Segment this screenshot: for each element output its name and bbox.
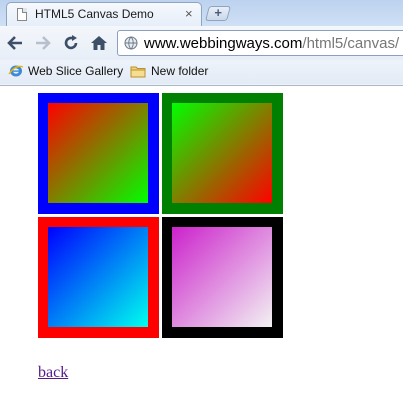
canvas-magenta-white-black-border: [162, 217, 283, 338]
bookmark-web-slice-gallery[interactable]: Web Slice Gallery: [28, 64, 123, 78]
back-link[interactable]: back: [38, 364, 68, 382]
canvas-green-red-green-border: [162, 93, 283, 214]
url-host: www.webbingways.com: [144, 35, 303, 52]
plus-icon: +: [214, 5, 222, 20]
back-icon: [7, 36, 22, 50]
tab-html5-canvas-demo[interactable]: HTML5 Canvas Demo ×: [6, 2, 202, 26]
new-tab-button[interactable]: +: [204, 5, 232, 21]
globe-icon: [124, 36, 138, 50]
reload-button[interactable]: [62, 34, 80, 52]
url-path: /html5/canvas/: [302, 35, 400, 52]
ie-icon: [8, 65, 24, 77]
folder-icon: [130, 66, 146, 78]
address-bar[interactable]: www.webbingways.com/html5/canvas/: [117, 30, 403, 56]
reload-icon: [64, 35, 78, 50]
home-button[interactable]: [90, 34, 108, 52]
url-text: www.webbingways.com/html5/canvas/: [144, 35, 399, 52]
page-icon: [17, 8, 27, 21]
canvas-red-green-blue-border: [38, 93, 159, 214]
tab-title: HTML5 Canvas Demo: [35, 7, 154, 21]
forward-button[interactable]: [34, 34, 52, 52]
bookmarks-bar: Web Slice Gallery New folder: [0, 60, 403, 84]
gradient-square: [48, 227, 148, 327]
close-icon[interactable]: ×: [185, 6, 193, 22]
back-button[interactable]: [6, 34, 24, 52]
browser-chrome: HTML5 Canvas Demo × + www.webbingways.co…: [0, 0, 403, 86]
toolbar: www.webbingways.com/html5/canvas/: [0, 26, 403, 60]
page-content: back: [0, 86, 403, 407]
gradient-square: [48, 103, 148, 203]
home-icon: [91, 36, 107, 50]
bookmark-new-folder[interactable]: New folder: [151, 64, 208, 78]
forward-icon: [36, 36, 51, 50]
gradient-square: [172, 103, 272, 203]
gradient-square: [172, 227, 272, 327]
tab-strip: HTML5 Canvas Demo × +: [0, 0, 403, 26]
canvas-blue-cyan-red-border: [38, 217, 159, 338]
